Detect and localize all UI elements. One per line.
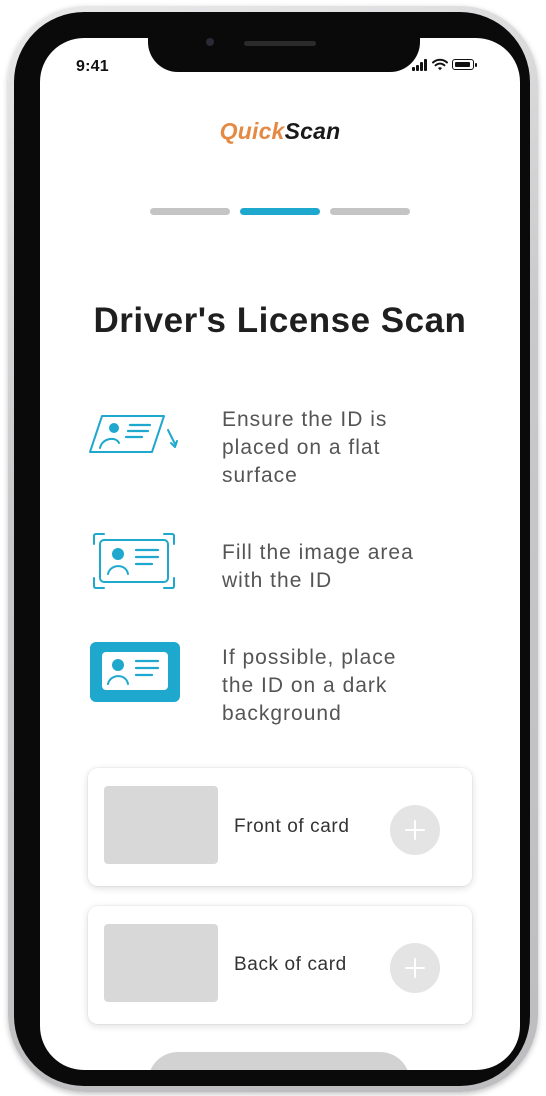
- page-title: Driver's License Scan: [93, 301, 467, 340]
- front-card-thumbnail: [104, 786, 218, 864]
- upload-card-front[interactable]: Front of card: [88, 768, 472, 886]
- progress-step-2: [240, 208, 320, 215]
- id-card-flat-surface-icon: [89, 415, 178, 453]
- progress-step-3: [330, 208, 410, 215]
- app-logo: QuickScan: [40, 118, 520, 145]
- battery-icon: [452, 59, 477, 70]
- id-card-frame-icon: [93, 533, 175, 589]
- status-time: 9:41: [76, 58, 109, 75]
- add-front-button[interactable]: [390, 805, 440, 855]
- upload-card-back[interactable]: Back of card: [88, 906, 472, 1024]
- add-back-button[interactable]: [390, 943, 440, 993]
- tip-text-flat-surface: Ensure the ID is placed on a flat surfac…: [222, 408, 388, 487]
- progress-step-1: [150, 208, 230, 215]
- id-card-dark-background-icon: [90, 642, 180, 702]
- wifi-icon: [432, 58, 448, 71]
- back-card-thumbnail: [104, 924, 218, 1002]
- front-camera: [206, 38, 214, 46]
- front-card-label: Front of card: [234, 816, 350, 837]
- brand-part-scan: Scan: [284, 118, 341, 144]
- back-card-label: Back of card: [234, 954, 347, 975]
- tip-text-fill-area: Fill the image area with the ID: [222, 541, 414, 592]
- signal-icon: [412, 59, 428, 71]
- earpiece-speaker: [244, 41, 316, 46]
- app-screen: 9:41 QuickScan Driver's License Scan Ens…: [40, 38, 520, 1070]
- brand-part-quick: Quick: [219, 118, 285, 144]
- tip-text-dark-background: If possible, place the ID on a dark back…: [222, 646, 397, 725]
- continue-button[interactable]: [148, 1052, 410, 1070]
